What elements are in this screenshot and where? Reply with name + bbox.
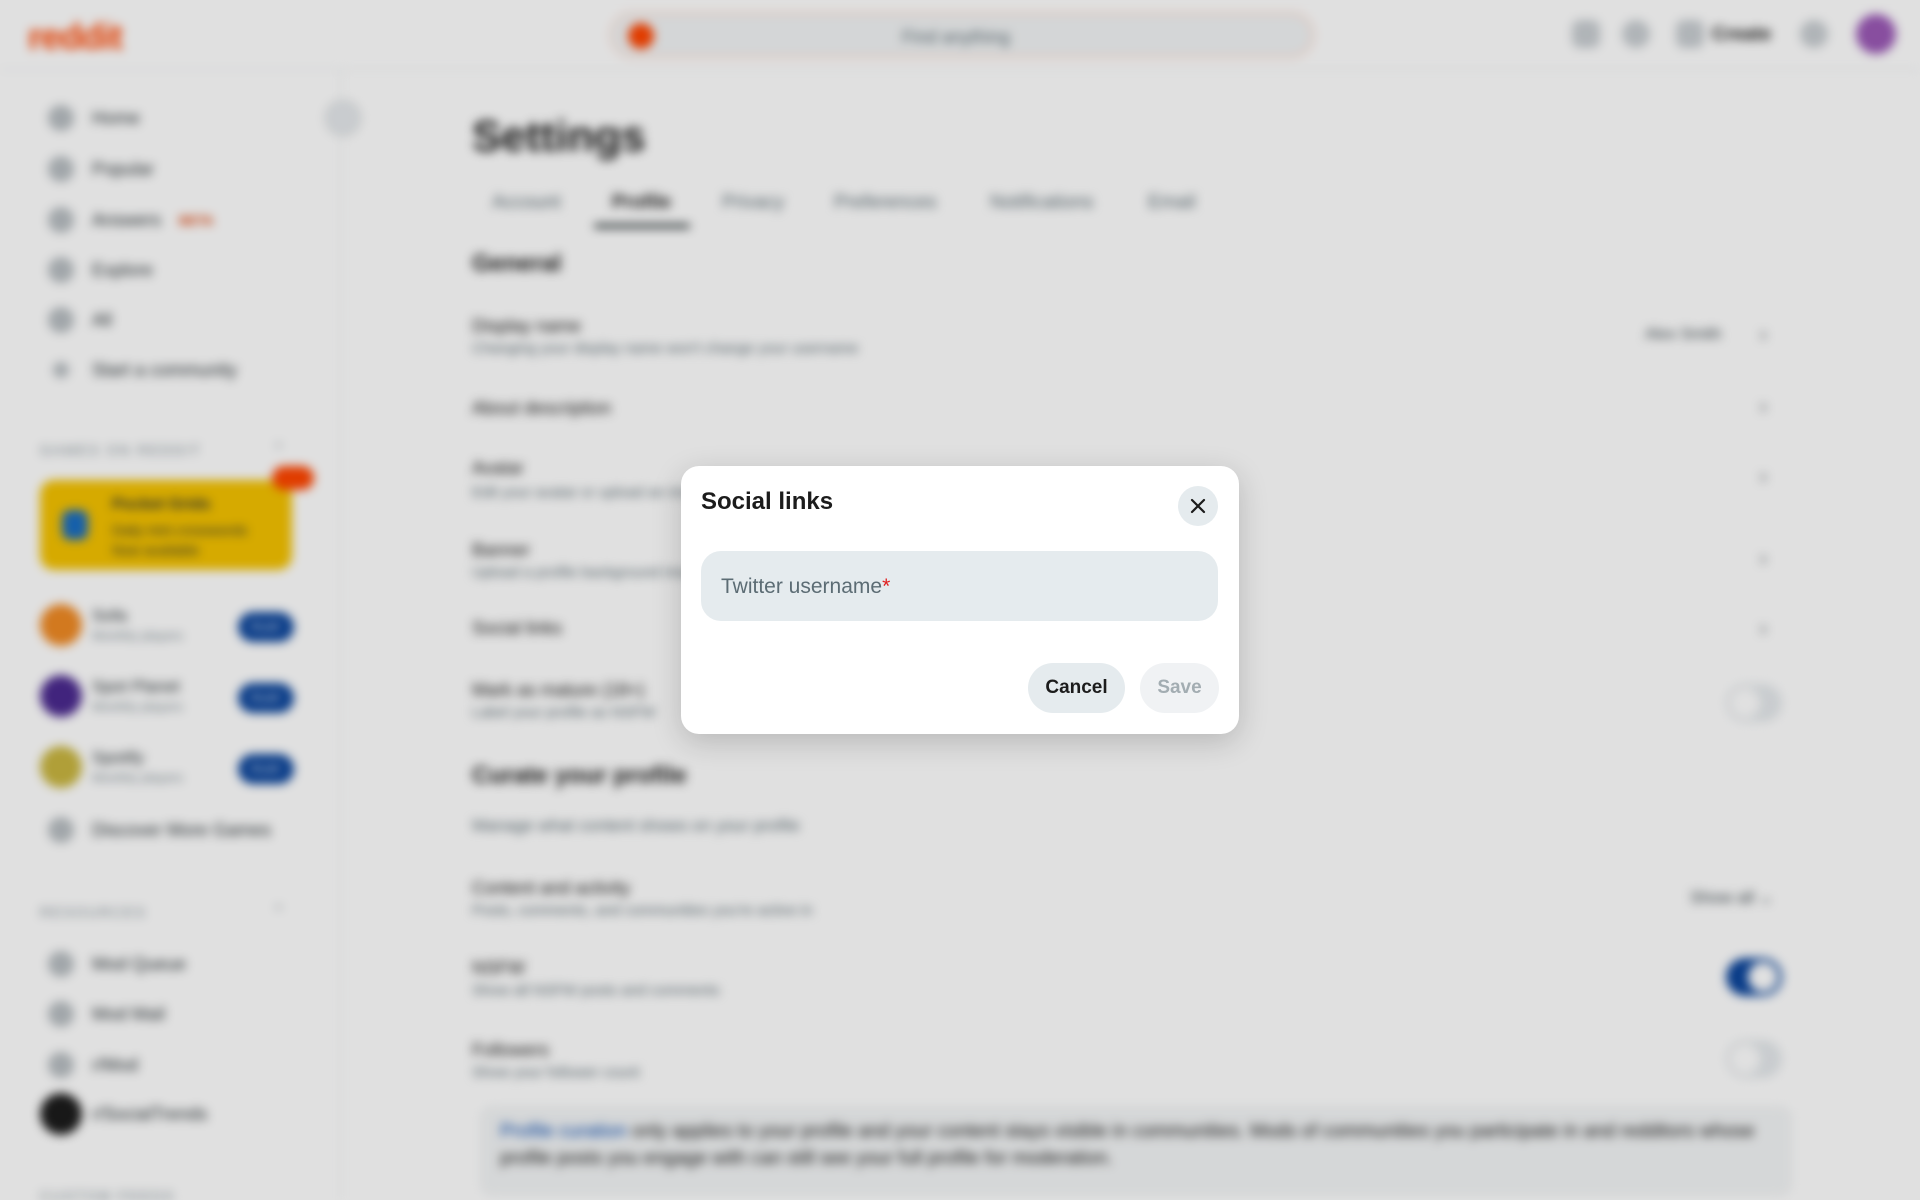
save-button[interactable]: Save: [1140, 663, 1219, 713]
dialog-title: Social links: [701, 488, 834, 515]
twitter-username-field[interactable]: Twitter username*: [701, 551, 1218, 621]
close-icon: [1190, 498, 1206, 514]
close-button[interactable]: [1178, 486, 1218, 526]
social-links-dialog: Social links Twitter username* Cancel Sa…: [681, 466, 1239, 734]
cancel-button[interactable]: Cancel: [1028, 663, 1125, 713]
twitter-username-input[interactable]: [701, 551, 1218, 621]
